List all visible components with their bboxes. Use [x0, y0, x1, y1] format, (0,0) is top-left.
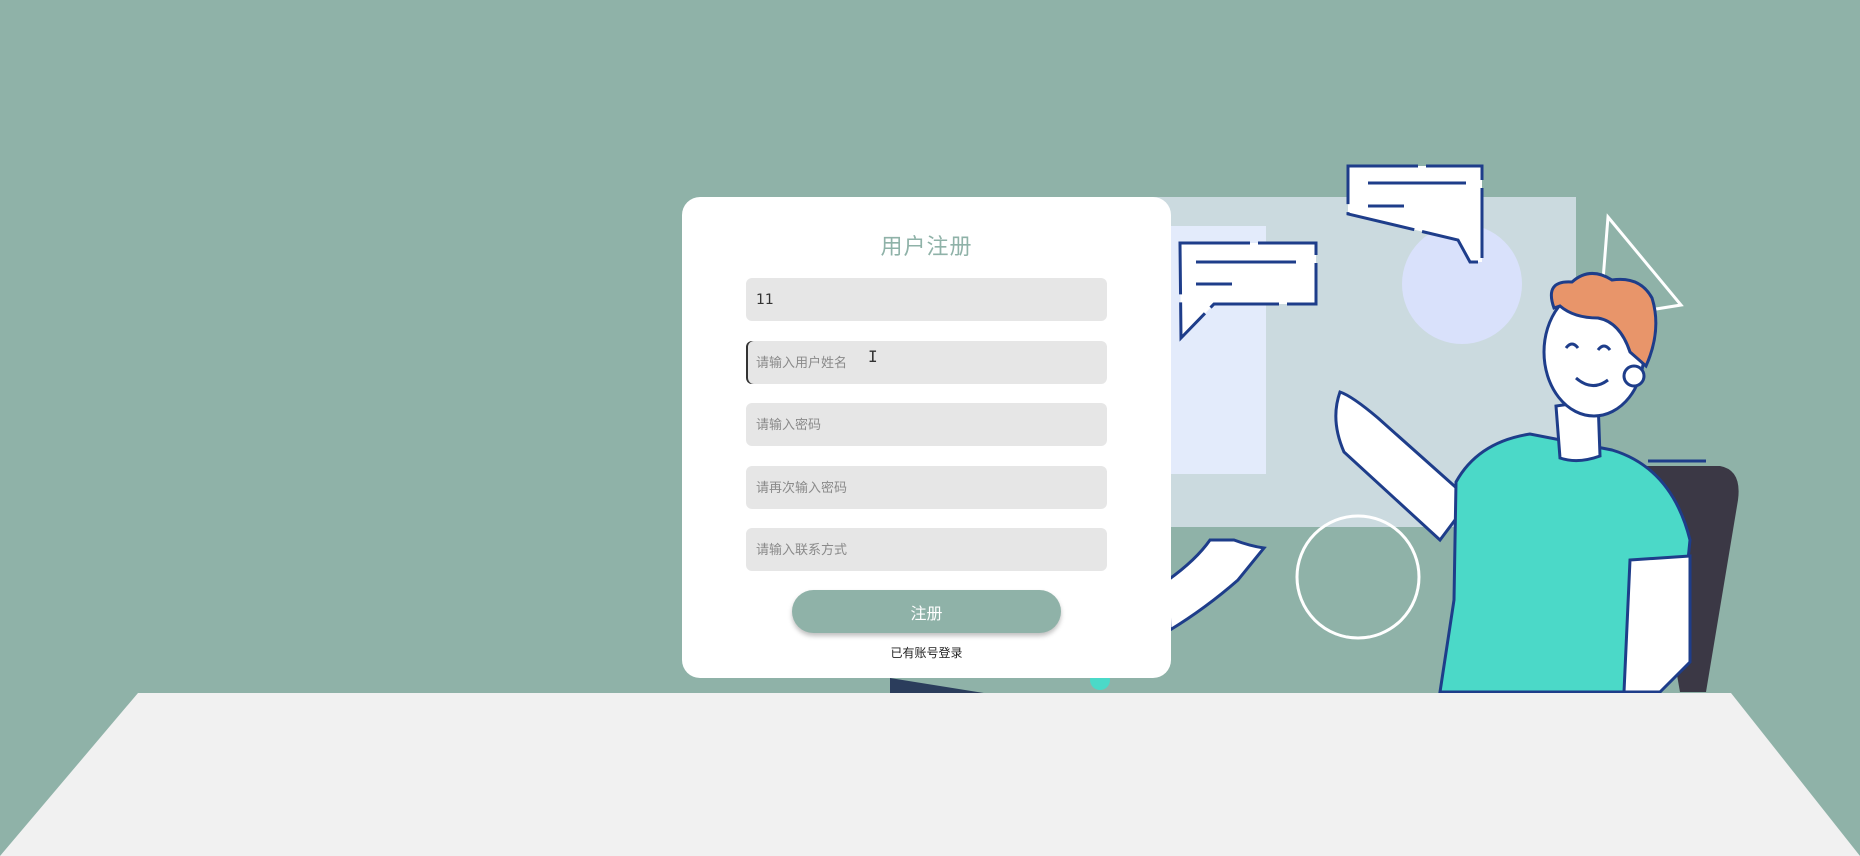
confirm-password-input[interactable]: [746, 466, 1107, 509]
register-card: 用户注册 注册 已有账号登录: [682, 197, 1171, 678]
password-input[interactable]: [746, 403, 1107, 446]
contact-input[interactable]: [746, 528, 1107, 571]
register-button[interactable]: 注册: [792, 590, 1061, 633]
realname-input[interactable]: [746, 341, 1107, 384]
waving-hand: [1166, 538, 1267, 633]
login-link[interactable]: 已有账号登录: [682, 644, 1171, 661]
text-cursor-icon: I: [868, 347, 878, 366]
username-input[interactable]: [746, 278, 1107, 321]
floor: [0, 693, 1860, 856]
page-title: 用户注册: [880, 235, 973, 260]
outline-circle: [1295, 514, 1421, 640]
